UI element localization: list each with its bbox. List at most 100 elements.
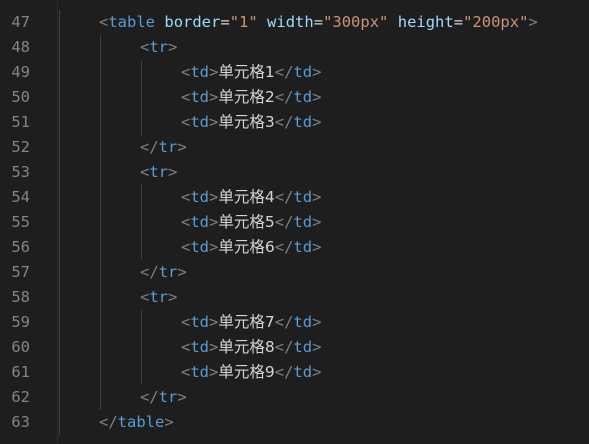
line-number: 52 [11, 138, 30, 156]
partial-line-number: 46 [14, 0, 32, 1]
code-content: </tr> [140, 385, 187, 410]
token-attr: width [267, 13, 314, 31]
token-sp [155, 13, 164, 31]
token-sp [388, 13, 397, 31]
indent-guide [100, 35, 101, 410]
token-eq: = [453, 13, 464, 31]
code-line[interactable]: 47 <table border="1" width="300px" height… [0, 10, 589, 35]
line-number: 53 [11, 163, 30, 181]
code-line[interactable]: 62 </tr> [0, 385, 589, 410]
token-bracket: </ [274, 113, 294, 131]
code-content: <tr> [140, 160, 177, 185]
code-content: </tr> [140, 260, 187, 285]
token-text: 单元格9 [218, 363, 275, 381]
token-tag: td [190, 213, 210, 231]
code-line[interactable]: 57 </tr> [0, 260, 589, 285]
token-bracket: </ [99, 413, 118, 431]
token-bracket: < [140, 38, 150, 56]
token-tag: td [190, 113, 210, 131]
line-number: 61 [11, 363, 30, 381]
token-bracket: > [209, 213, 219, 231]
token-tag: td [293, 313, 313, 331]
token-bracket: < [181, 363, 191, 381]
code-line[interactable]: 50 <td>单元格2</td> [0, 85, 589, 110]
code-content: <td>单元格1</td> [181, 60, 321, 85]
code-content: </table> [99, 410, 174, 435]
token-bracket: < [181, 313, 191, 331]
token-bracket: > [209, 88, 219, 106]
line-number: 57 [11, 263, 30, 281]
token-bracket: </ [274, 188, 294, 206]
token-bracket: < [181, 338, 191, 356]
token-bracket: > [312, 113, 322, 131]
token-tag: td [190, 188, 210, 206]
token-tag: td [190, 238, 210, 256]
token-tag: td [190, 88, 210, 106]
token-tag: tr [149, 163, 169, 181]
token-tag: td [293, 213, 313, 231]
token-tag: td [293, 63, 313, 81]
code-editor[interactable]: 46 47<table border="1" width="300px" hei… [0, 0, 589, 444]
token-bracket: > [312, 88, 322, 106]
token-text: 单元格6 [218, 238, 275, 256]
code-line[interactable]: 59 <td>单元格7</td> [0, 310, 589, 335]
token-bracket: </ [274, 363, 294, 381]
code-content: <td>单元格7</td> [181, 310, 321, 335]
token-text: 单元格7 [218, 313, 275, 331]
token-bracket: < [181, 238, 191, 256]
code-line[interactable]: 58 <tr> [0, 285, 589, 310]
token-tag: td [293, 338, 313, 356]
code-content: <td>单元格2</td> [181, 85, 321, 110]
code-line[interactable]: 60 <td>单元格8</td> [0, 335, 589, 360]
token-tag: tr [158, 263, 178, 281]
line-number: 50 [11, 88, 30, 106]
token-bracket: > [312, 63, 322, 81]
token-bracket: </ [140, 263, 159, 281]
code-content: <td>单元格9</td> [181, 360, 321, 385]
code-line[interactable]: 63 </table> [0, 410, 589, 435]
code-line[interactable]: 61 <td>单元格9</td> [0, 360, 589, 385]
token-bracket: > [312, 213, 322, 231]
token-bracket: < [181, 113, 191, 131]
code-line[interactable]: 49 <td>单元格1</td> [0, 60, 589, 85]
token-bracket: </ [140, 138, 159, 156]
token-bracket: < [181, 63, 191, 81]
token-tag: td [293, 238, 313, 256]
code-line[interactable]: 48 <tr> [0, 35, 589, 60]
token-tag: td [293, 363, 313, 381]
code-line[interactable]: 53 <tr> [0, 160, 589, 185]
line-number: 62 [11, 388, 30, 406]
code-content: <td>单元格5</td> [181, 210, 321, 235]
token-tag: td [293, 188, 313, 206]
token-bracket: > [168, 163, 178, 181]
token-tag: td [190, 313, 210, 331]
token-tag: td [293, 88, 313, 106]
code-content: <td>单元格6</td> [181, 235, 321, 260]
code-line[interactable]: 54 <td>单元格4</td> [0, 185, 589, 210]
code-line[interactable]: 52 </tr> [0, 135, 589, 160]
token-bracket: </ [274, 63, 294, 81]
token-tag: td [190, 338, 210, 356]
code-line[interactable]: 56 <td>单元格6</td> [0, 235, 589, 260]
token-bracket: < [181, 213, 191, 231]
token-text: 单元格1 [218, 63, 275, 81]
token-text: 单元格5 [218, 213, 275, 231]
token-bracket: < [140, 288, 150, 306]
token-bracket: > [177, 388, 187, 406]
token-attr: height [397, 13, 454, 31]
code-content: </tr> [140, 135, 187, 160]
token-bracket: > [209, 188, 219, 206]
token-bracket: </ [274, 338, 294, 356]
token-bracket: > [209, 338, 219, 356]
code-line[interactable]: 55 <td>单元格5</td> [0, 210, 589, 235]
code-content: <td>单元格4</td> [181, 185, 321, 210]
line-number: 47 [11, 13, 30, 31]
token-tag: tr [158, 388, 178, 406]
token-attr: border [164, 13, 221, 31]
token-bracket: > [209, 363, 219, 381]
token-text: 单元格3 [218, 113, 275, 131]
token-text: 单元格4 [218, 188, 275, 206]
token-bracket: > [209, 113, 219, 131]
code-content: <td>单元格3</td> [181, 110, 321, 135]
code-line[interactable]: 51 <td>单元格3</td> [0, 110, 589, 135]
